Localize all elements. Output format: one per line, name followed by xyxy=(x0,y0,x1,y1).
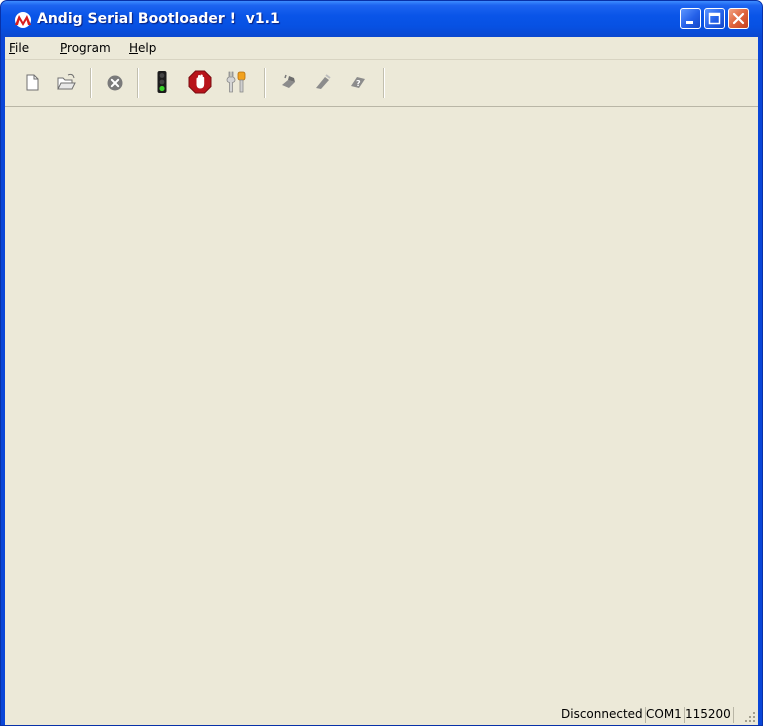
disconnect-button[interactable] xyxy=(187,69,213,95)
read-chip-icon xyxy=(282,74,295,88)
app-window: Andig Serial Bootloader ! v1.1 File Prog… xyxy=(0,0,763,726)
toolbar-separator xyxy=(137,68,139,98)
menu-bar: File Program Help xyxy=(5,37,758,60)
connect-button[interactable] xyxy=(149,69,175,95)
maximize-icon xyxy=(708,12,721,25)
write-button[interactable] xyxy=(310,69,336,95)
maximize-button[interactable] xyxy=(704,8,725,29)
window-frame-left xyxy=(1,37,5,725)
title-bar[interactable]: Andig Serial Bootloader ! v1.1 xyxy=(1,1,762,37)
status-baud: 115200 xyxy=(685,707,734,723)
write-chip-icon xyxy=(316,74,331,89)
toolbar-separator xyxy=(90,68,92,98)
minimize-icon xyxy=(686,21,693,24)
close-button[interactable] xyxy=(728,8,749,29)
verify-button[interactable]: ? xyxy=(345,69,371,95)
settings-button[interactable] xyxy=(223,69,249,95)
open-file-button[interactable] xyxy=(53,69,79,95)
status-port: COM1 xyxy=(646,707,685,723)
client-area: File Program Help ? Disconnected COM1 11… xyxy=(5,37,758,725)
status-bar: Disconnected COM1 115200 xyxy=(5,703,758,725)
toolbar-separator xyxy=(383,68,385,98)
svg-text:?: ? xyxy=(356,79,361,88)
close-icon xyxy=(732,12,745,25)
open-folder-icon xyxy=(57,73,76,90)
window-title: Andig Serial Bootloader ! v1.1 xyxy=(37,11,280,27)
cancel-button[interactable] xyxy=(102,69,128,95)
menu-file[interactable]: File xyxy=(9,41,29,55)
new-file-button[interactable] xyxy=(19,69,45,95)
minimize-button[interactable] xyxy=(680,8,701,29)
menu-help[interactable]: Help xyxy=(129,41,156,55)
stop-hand-icon xyxy=(188,70,212,94)
verify-chip-icon: ? xyxy=(351,77,365,88)
main-workspace xyxy=(5,107,758,725)
toolbar-separator xyxy=(264,68,266,98)
microchip-logo-icon xyxy=(15,12,31,28)
traffic-light-icon xyxy=(157,71,167,93)
cancel-icon xyxy=(107,75,123,91)
menu-program[interactable]: Program xyxy=(60,41,111,55)
status-connection: Disconnected xyxy=(561,707,646,723)
tools-icon xyxy=(226,71,246,93)
window-frame-right xyxy=(758,37,762,725)
toolbar: ? xyxy=(5,60,758,107)
read-button[interactable] xyxy=(276,69,302,95)
new-file-icon xyxy=(26,74,39,91)
resize-grip-icon[interactable] xyxy=(744,711,756,723)
